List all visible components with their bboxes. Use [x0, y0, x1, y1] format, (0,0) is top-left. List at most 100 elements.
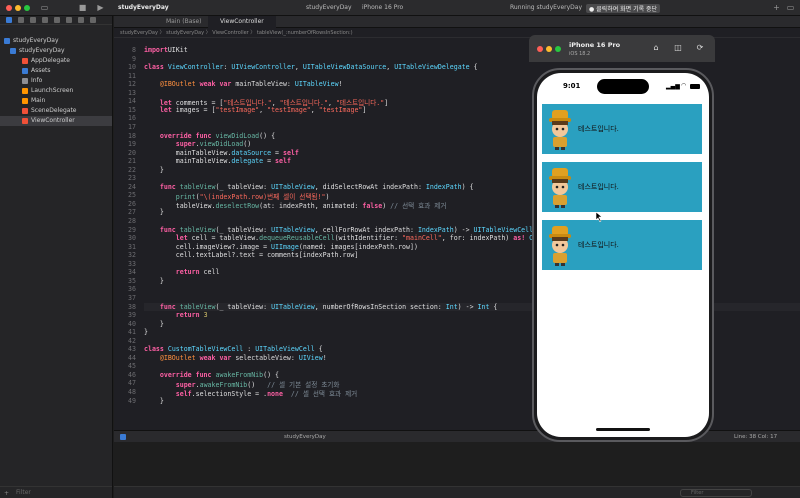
line-number: 47 — [128, 379, 136, 388]
scheme-selector[interactable]: studyEveryDay — [306, 4, 352, 11]
code-line[interactable]: let images = ["testImage", "testImage", … — [144, 105, 367, 114]
code-line[interactable]: class ViewController: UIViewController, … — [144, 63, 478, 71]
navigator-item-studyeveryday[interactable]: studyEveryDay — [0, 46, 112, 56]
code-line[interactable]: @IBOutlet weak var selectableView: UIVie… — [144, 354, 327, 362]
navigator-item-launchscreen[interactable]: LaunchScreen — [0, 86, 112, 96]
code-line[interactable]: cell.imageView?.image = UIImage(named: i… — [144, 243, 418, 251]
code-line[interactable]: func tableView(_ tableView: UITableView,… — [144, 183, 474, 191]
minimize-simulator-button[interactable] — [546, 46, 552, 52]
navigator-item-label: AppDelegate — [31, 57, 70, 64]
line-number: 15 — [128, 105, 136, 114]
simulator-os-version: iOS 18.2 — [569, 51, 591, 57]
breakpoint-icon[interactable] — [90, 17, 96, 23]
table-row[interactable]: 테스트입니다. — [542, 162, 702, 212]
tab-viewcontroller[interactable]: ViewController — [208, 16, 276, 28]
line-number: 10 — [128, 63, 136, 72]
recording-stop-badge[interactable]: ● 클릭하여 화면 기록 중단 — [586, 4, 661, 13]
code-token: UITableView — [271, 182, 315, 191]
code-token: UITableView — [294, 80, 339, 89]
code-line[interactable]: } — [144, 208, 164, 216]
code-token: images = [ — [171, 105, 216, 114]
code-token: IndexPath — [425, 182, 462, 191]
code-line[interactable]: @IBOutlet weak var mainTableView: UITabl… — [144, 80, 343, 88]
code-token: cell = tableView. — [187, 234, 260, 243]
code-line[interactable]: override func awakeFromNib() { — [144, 371, 279, 379]
console-filter-input[interactable]: Filter — [680, 489, 752, 497]
code-line[interactable]: tableView.deselectRow(at: indexPath, ani… — [144, 200, 447, 210]
source-control-icon[interactable] — [18, 17, 24, 23]
home-icon[interactable]: ⌂ — [651, 43, 661, 53]
code-line[interactable]: } — [144, 328, 148, 336]
console-filter-bar: Filter — [114, 486, 800, 498]
code-token: 3 — [203, 311, 208, 320]
add-file-icon[interactable]: + — [4, 490, 9, 497]
code-line[interactable]: func tableView(_ tableView: UITableView,… — [144, 226, 541, 234]
rotate-icon[interactable]: ⟳ — [695, 43, 705, 53]
minimize-window-button[interactable] — [15, 5, 21, 11]
test-icon[interactable] — [66, 17, 72, 23]
code-line[interactable]: } — [144, 397, 164, 405]
code-line[interactable]: importUIKit — [144, 46, 188, 54]
sidebar-toggle-icon[interactable]: ▭ — [40, 3, 49, 12]
folder-icon[interactable] — [6, 17, 12, 23]
code-line[interactable]: return 3 — [144, 311, 208, 319]
destination-selector[interactable]: iPhone 16 Pro — [362, 4, 403, 11]
code-line[interactable]: mainTableView.delegate = self — [144, 157, 291, 165]
navigator-item-studyeveryday[interactable]: studyEveryDay — [0, 36, 112, 46]
navigator-item-info[interactable]: Info — [0, 76, 112, 86]
close-simulator-button[interactable] — [537, 46, 543, 52]
tab-main-storyboard[interactable]: Main (Base) — [154, 16, 204, 28]
table-row[interactable]: 테스트입니다. — [542, 220, 702, 270]
code-token: cell — [199, 268, 220, 277]
debug-icon[interactable] — [78, 17, 84, 23]
code-line[interactable]: } — [144, 277, 164, 285]
code-token: (_ tableView: — [215, 225, 272, 234]
code-line[interactable]: class CustomTableViewCell : UITableViewC… — [144, 345, 323, 353]
line-number: 42 — [128, 336, 136, 345]
code-token: : — [243, 345, 256, 354]
code-token: false — [362, 201, 383, 210]
line-number: 30 — [128, 234, 136, 243]
code-token: = — [263, 157, 276, 166]
issue-icon[interactable] — [54, 17, 60, 23]
tab-label: ViewController — [220, 18, 264, 25]
code-token: @IBOutlet — [144, 353, 196, 362]
code-token: ] — [384, 99, 389, 108]
code-line[interactable]: mainTableView.dataSource = self — [144, 149, 299, 157]
zoom-window-button[interactable] — [24, 5, 30, 11]
code-line[interactable]: self.selectionStyle = .none // 셀 선택 효과 제… — [144, 388, 357, 398]
plist-file-icon — [22, 77, 28, 84]
line-number: 34 — [128, 268, 136, 277]
code-token: (named: images[indexPath.row]) — [298, 242, 418, 251]
add-icon[interactable]: + — [772, 3, 781, 12]
close-window-button[interactable] — [6, 5, 12, 11]
table-row[interactable]: 테스트입니다. — [542, 104, 702, 154]
code-line[interactable]: cell.textLabel?.text = comments[indexPat… — [144, 251, 359, 259]
navigator-item-appdelegate[interactable]: AppDelegate — [0, 56, 112, 66]
navigator-item-assets[interactable]: Assets — [0, 66, 112, 76]
navigator-item-main[interactable]: Main — [0, 96, 112, 106]
code-line[interactable]: } — [144, 320, 164, 328]
inspector-toggle-icon[interactable]: ▭ — [786, 3, 795, 12]
code-token: func — [144, 182, 176, 191]
navigator-filter[interactable]: + Filter — [0, 486, 112, 498]
code-line[interactable]: super.viewDidLoad() — [144, 140, 251, 148]
code-token: , for: indexPath) — [441, 234, 514, 243]
zoom-simulator-button[interactable] — [555, 46, 561, 52]
symbol-icon[interactable] — [30, 17, 36, 23]
navigator-item-scenedelegate[interactable]: SceneDelegate — [0, 106, 112, 116]
code-token: weak var — [199, 353, 232, 362]
cell-label: 테스트입니다. — [578, 125, 619, 133]
code-token: selectableView: — [231, 353, 299, 362]
code-token: super — [144, 140, 196, 149]
code-line[interactable]: return cell — [144, 268, 220, 277]
code-line[interactable]: } — [144, 166, 164, 174]
run-icon[interactable]: ▶ — [96, 3, 105, 12]
navigator-item-viewcontroller[interactable]: ViewController — [0, 116, 112, 126]
screenshot-icon[interactable]: ◫ — [673, 43, 683, 53]
code-line[interactable]: override func viewDidLoad() { — [144, 132, 275, 140]
stop-icon[interactable]: ■ — [78, 3, 87, 12]
find-icon[interactable] — [42, 17, 48, 23]
code-token: , numberOfRowsInSection section: — [314, 302, 446, 311]
debug-toggle-icon[interactable] — [120, 434, 126, 440]
